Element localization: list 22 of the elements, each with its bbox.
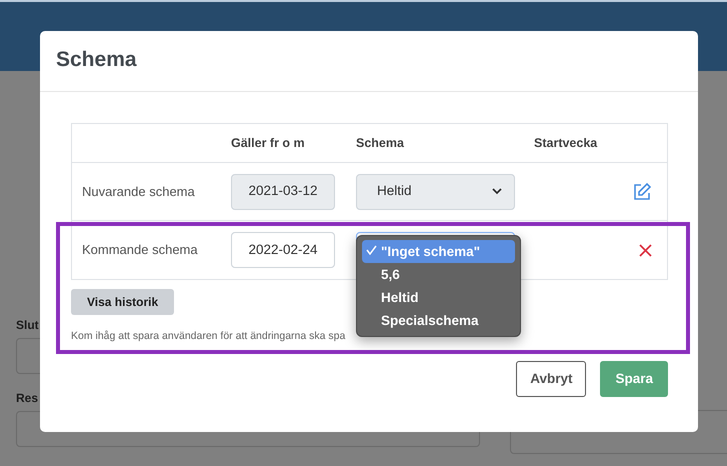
date-field[interactable]: 2022-02-24 [231, 232, 335, 268]
modal-title: Schema [56, 47, 138, 72]
checkmark-icon [366, 245, 377, 255]
dropdown-option[interactable]: "Inget schema" [362, 240, 515, 263]
field-label: Res [16, 390, 38, 406]
dropdown-option[interactable]: 5,6 [362, 263, 515, 286]
hint-text: Kom ihåg att spara användaren för att ändringarna ska spa [71, 329, 346, 344]
dropdown-option[interactable]: Specialschema [362, 309, 515, 332]
column-header: Schema [356, 136, 404, 150]
history-button[interactable]: Visa historik [71, 289, 174, 315]
edit-icon[interactable] [632, 182, 652, 202]
select-field: Heltid [356, 174, 515, 210]
field-label: Slut [16, 317, 39, 333]
date-field: 2021-03-12 [231, 174, 335, 210]
dropdown-option[interactable]: Heltid [362, 286, 515, 309]
column-header: Gäller fr o m [231, 136, 305, 150]
row-label: Kommande schema [82, 242, 198, 258]
column-header: Startvecka [534, 134, 598, 152]
close-icon[interactable] [639, 244, 652, 256]
chevron-down-icon [492, 188, 502, 195]
cancel-button[interactable]: Avbryt [516, 361, 586, 397]
row-label: Nuvarande schema [82, 184, 195, 199]
